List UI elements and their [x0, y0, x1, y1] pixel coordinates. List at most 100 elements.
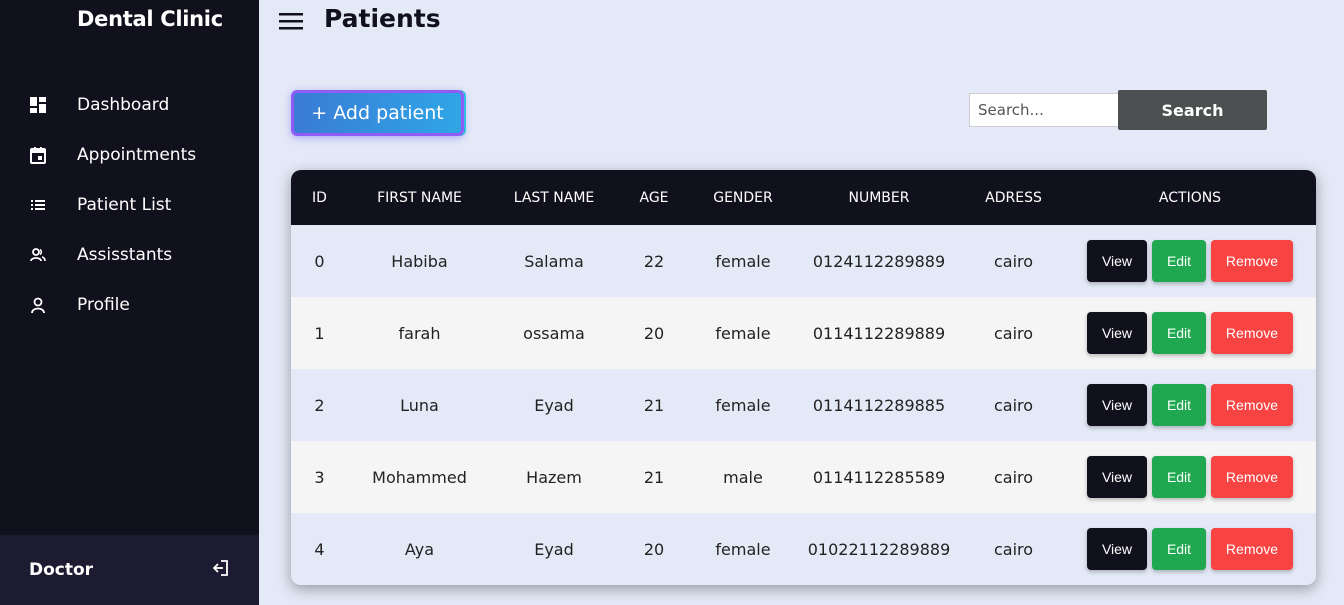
cell-age: 22	[643, 251, 665, 271]
remove-button[interactable]: Remove	[1211, 456, 1293, 498]
column-header-address: ADRESS	[985, 189, 1042, 206]
hamburger-menu-icon[interactable]	[279, 10, 304, 32]
remove-button[interactable]: Remove	[1211, 312, 1293, 354]
logout-icon[interactable]	[211, 558, 231, 582]
cell-number: 0114112289885	[812, 395, 946, 415]
column-header-id: ID	[312, 189, 327, 206]
sidebar-item-patient-list[interactable]: Patient List	[0, 180, 259, 230]
calendar-icon	[0, 146, 77, 164]
column-header-first-name: FIRST NAME	[377, 189, 462, 206]
users-icon	[0, 246, 77, 264]
cell-number: 0114112289889	[812, 323, 946, 343]
sidebar-item-appointments[interactable]: Appointments	[0, 130, 259, 180]
cell-gender: female	[715, 323, 771, 343]
cell-age: 21	[643, 395, 665, 415]
cell-actions: View Edit Remove	[1064, 297, 1316, 369]
sidebar-item-label: Appointments	[77, 145, 197, 165]
sidebar-item-assistants[interactable]: Assisstants	[0, 230, 259, 280]
view-button[interactable]: View	[1087, 456, 1147, 498]
cell-actions: View Edit Remove	[1064, 441, 1316, 513]
remove-button[interactable]: Remove	[1211, 384, 1293, 426]
profile-bar: Doctor	[0, 535, 259, 605]
cell-address: cairo	[993, 395, 1034, 415]
user-icon	[0, 296, 77, 314]
row-actions: View Edit Remove	[1064, 312, 1316, 354]
cell-address: cairo	[993, 251, 1034, 271]
cell-first-name: farah	[398, 323, 441, 343]
cell-actions: View Edit Remove	[1064, 369, 1316, 441]
sidebar-item-dashboard[interactable]: Dashboard	[0, 80, 259, 130]
cell-gender: male	[723, 467, 763, 487]
column-header-last-name: LAST NAME	[513, 189, 595, 206]
column-header-number: NUMBER	[848, 189, 910, 206]
remove-button[interactable]: Remove	[1211, 528, 1293, 570]
cell-last-name: Eyad	[534, 395, 574, 415]
row-actions: View Edit Remove	[1064, 240, 1316, 282]
cell-age: 21	[643, 467, 665, 487]
cell-gender: female	[715, 395, 771, 415]
remove-button[interactable]: Remove	[1211, 240, 1293, 282]
sidebar-item-label: Profile	[77, 295, 130, 315]
cell-first-name: Mohammed	[372, 467, 467, 487]
sidebar-item-profile[interactable]: Profile	[0, 280, 259, 330]
search-button[interactable]: Search	[1118, 90, 1267, 130]
cell-last-name: Hazem	[526, 467, 582, 487]
cell-address: cairo	[993, 323, 1034, 343]
cell-age: 20	[643, 539, 665, 559]
column-header-actions: ACTIONS	[1158, 189, 1222, 206]
edit-button[interactable]: Edit	[1152, 312, 1206, 354]
cell-actions: View Edit Remove	[1064, 225, 1316, 297]
cell-gender: female	[715, 251, 771, 271]
cell-id: 3	[314, 467, 325, 487]
table-row: 4 Aya Eyad 20 female 01022112289889 cairo View E…	[291, 513, 1316, 585]
edit-button[interactable]: Edit	[1152, 240, 1206, 282]
edit-button[interactable]: Edit	[1152, 384, 1206, 426]
cell-number: 01022112289889	[807, 539, 951, 559]
view-button[interactable]: View	[1087, 528, 1147, 570]
table-row: 2 Luna Eyad 21 female 0114112289885 cairo View E…	[291, 369, 1316, 441]
sidebar-item-label: Dashboard	[77, 95, 170, 115]
cell-address: cairo	[993, 467, 1034, 487]
row-actions: View Edit Remove	[1064, 456, 1316, 498]
column-header-gender: GENDER	[713, 189, 773, 206]
cell-number: 0114112285589	[812, 467, 946, 487]
column-header-age: AGE	[639, 189, 669, 206]
page-title: Patients	[324, 4, 441, 33]
cell-last-name: Eyad	[534, 539, 574, 559]
cell-id: 4	[314, 539, 325, 559]
search-input[interactable]	[969, 93, 1119, 127]
view-button[interactable]: View	[1087, 312, 1147, 354]
row-actions: View Edit Remove	[1064, 528, 1316, 570]
cell-id: 2	[314, 395, 325, 415]
table-body: 0 Habiba Salama 22 female 0124112289889 cairo V…	[291, 225, 1316, 585]
dashboard-icon	[0, 96, 77, 114]
patients-table: ID FIRST NAME LAST NAME AGE GENDER NUMBE…	[291, 170, 1316, 585]
brand-title: Dental Clinic	[77, 7, 223, 31]
row-actions: View Edit Remove	[1064, 384, 1316, 426]
table-row: 3 Mohammed Hazem 21 male 0114112285589 cairo Vi…	[291, 441, 1316, 513]
table-row: 0 Habiba Salama 22 female 0124112289889 cairo V…	[291, 225, 1316, 297]
add-patient-button[interactable]: + Add patient	[291, 90, 464, 136]
cell-gender: female	[715, 539, 771, 559]
sidebar-item-label: Assisstants	[77, 245, 173, 265]
edit-button[interactable]: Edit	[1152, 528, 1206, 570]
cell-address: cairo	[993, 539, 1034, 559]
table-header-row: ID FIRST NAME LAST NAME AGE GENDER NUMBE…	[291, 170, 1316, 225]
cell-first-name: Habiba	[391, 251, 448, 271]
cell-first-name: Luna	[400, 395, 439, 415]
view-button[interactable]: View	[1087, 384, 1147, 426]
cell-last-name: ossama	[523, 323, 585, 343]
edit-button[interactable]: Edit	[1152, 456, 1206, 498]
cell-age: 20	[643, 323, 665, 343]
cell-last-name: Salama	[524, 251, 584, 271]
cell-number: 0124112289889	[812, 251, 946, 271]
view-button[interactable]: View	[1087, 240, 1147, 282]
sidebar-item-label: Patient List	[77, 195, 172, 215]
list-icon	[0, 196, 77, 214]
cell-id: 0	[314, 251, 325, 271]
sidebar: Dental Clinic Dashboard Appointments Pat…	[0, 0, 259, 605]
cell-actions: View Edit Remove	[1064, 513, 1316, 585]
sidebar-nav: Dashboard Appointments Patient List Assi…	[0, 80, 259, 330]
cell-first-name: Aya	[404, 539, 435, 559]
cell-id: 1	[314, 323, 325, 343]
